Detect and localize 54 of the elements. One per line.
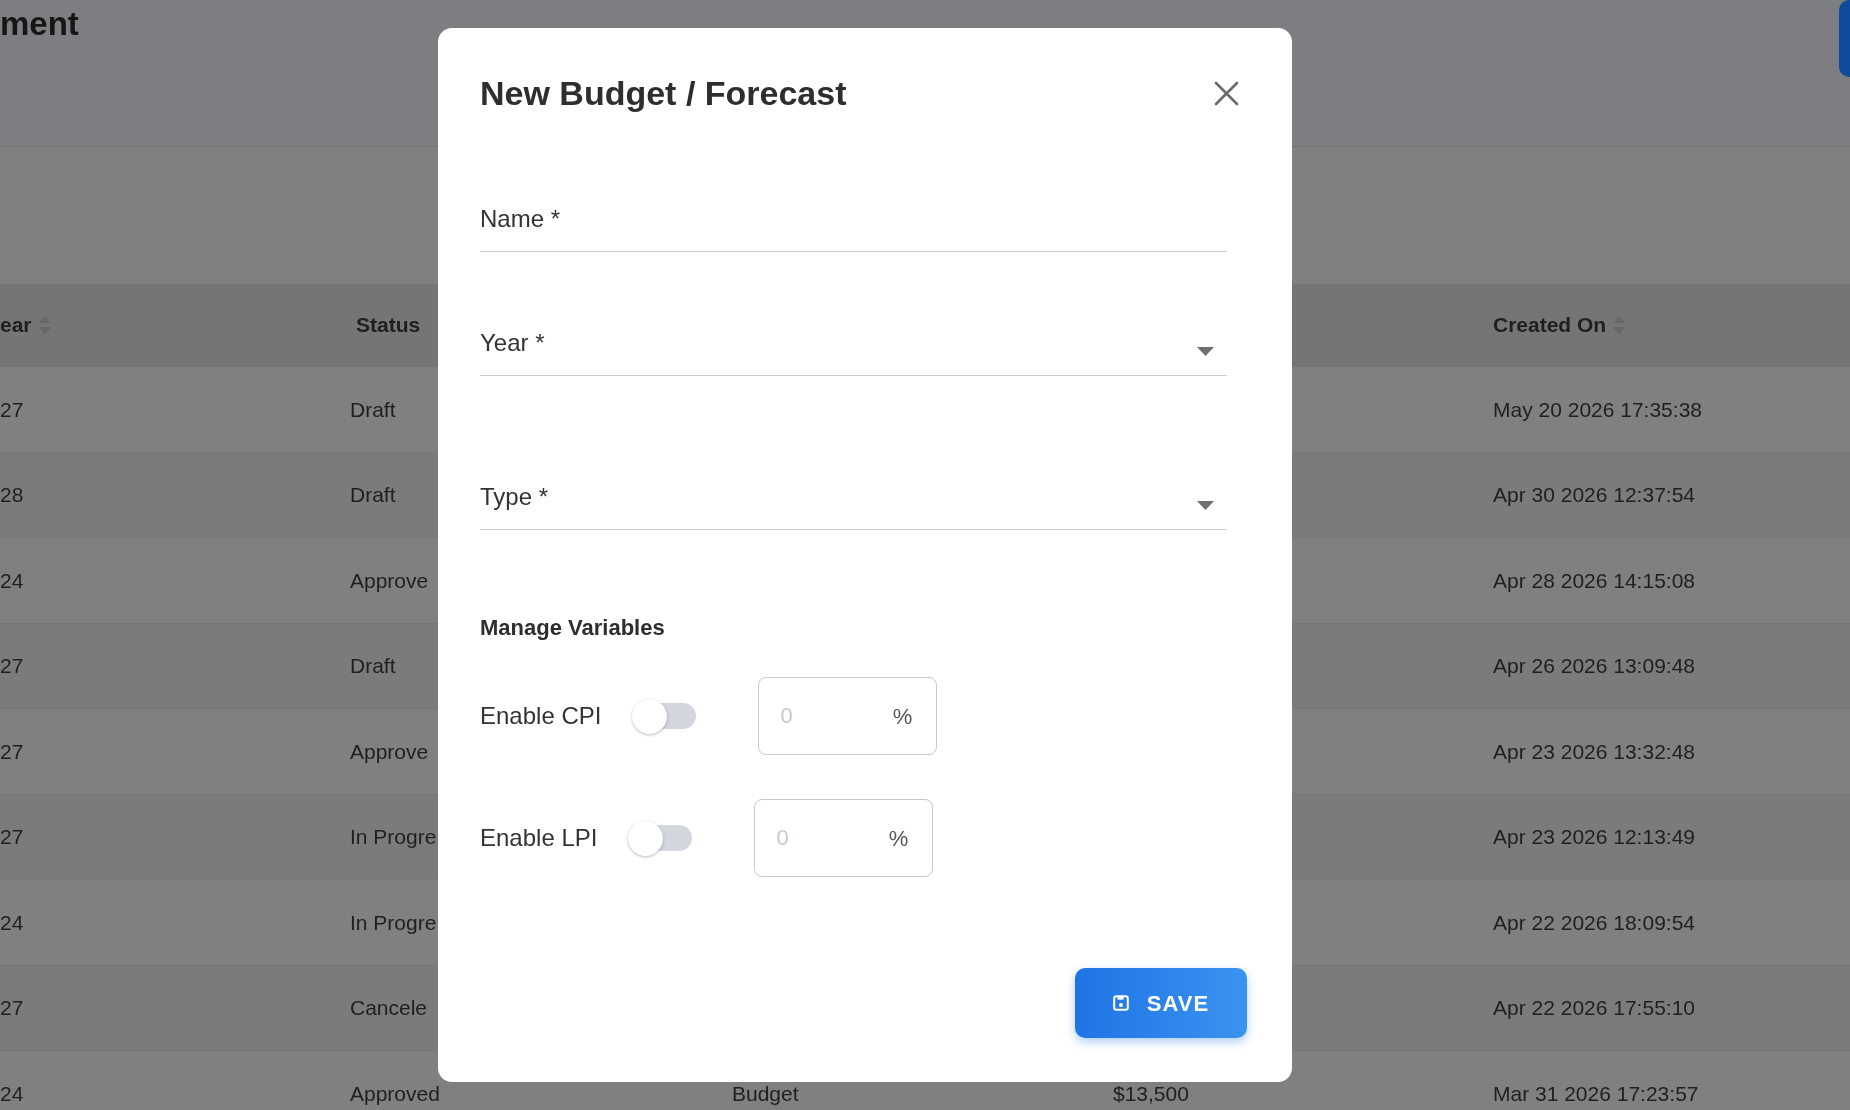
unit-label: %	[888, 824, 909, 853]
table-cell: 28	[0, 483, 24, 506]
percent-field[interactable]: 0 %	[754, 799, 934, 877]
table-cell: Apr 28 2026 14:15:08	[1493, 568, 1695, 592]
table-cell: 27	[0, 739, 24, 763]
toggle-switch[interactable]	[632, 698, 697, 734]
close-icon[interactable]	[1214, 80, 1239, 106]
table-cell: Apr 26 2026 13:09:48	[1493, 654, 1695, 677]
table-cell: In Progre	[350, 825, 437, 848]
table-cell: Apr 23 2026 12:13:49	[1493, 825, 1695, 848]
value-input[interactable]: 0	[780, 702, 893, 730]
save-button[interactable]: SAVE	[1075, 968, 1247, 1038]
table-cell: Approve	[350, 739, 429, 763]
table-cell: 27	[0, 825, 24, 848]
table-cell: Budget	[732, 1081, 799, 1105]
table-cell: Draft	[350, 397, 396, 421]
dialog-title: New Budget / Forecast	[480, 73, 847, 113]
dropdown-field[interactable]: Year *	[480, 323, 1227, 376]
text-field[interactable]: Name *	[480, 199, 1227, 252]
table-cell: Approve	[350, 568, 429, 592]
toggle-label: Enable LPI	[480, 823, 598, 853]
table-cell: 27	[0, 654, 24, 677]
table-cell: 27	[0, 996, 24, 1019]
caret-icon	[1197, 501, 1214, 510]
table-cell: 24	[0, 568, 24, 592]
toggle-switch[interactable]	[628, 820, 693, 856]
table-cell: 24	[0, 910, 24, 934]
table-cell: $13,500	[1113, 1081, 1189, 1105]
table-cell: 24	[0, 1081, 24, 1105]
table-cell: Mar 31 2026 17:23:57	[1493, 1081, 1699, 1105]
table-cell: 27	[0, 397, 24, 421]
table-cell: May 20 2026 17:35:38	[1493, 397, 1702, 421]
table-cell: Draft	[350, 483, 396, 506]
table-cell: Apr 23 2026 13:32:48	[1493, 739, 1695, 763]
table-cell: Approved	[350, 1081, 440, 1105]
toggle-label: Enable CPI	[480, 701, 602, 731]
column-header: ear	[0, 312, 32, 339]
table-cell: Apr 30 2026 12:37:54	[1493, 483, 1695, 506]
page-title: ment	[0, 4, 79, 44]
percent-field[interactable]: 0 %	[758, 677, 938, 755]
save-icon	[1112, 995, 1129, 1011]
section-title: Manage Variables	[480, 614, 666, 642]
dropdown-field[interactable]: Type *	[480, 477, 1227, 530]
table-cell: Apr 22 2026 17:55:10	[1493, 996, 1695, 1019]
table-cell: Apr 22 2026 18:09:54	[1493, 910, 1695, 934]
column-header: Status	[356, 312, 421, 339]
table-cell: Cancele	[350, 996, 428, 1019]
value-input[interactable]: 0	[776, 824, 889, 852]
table-cell: Draft	[350, 654, 396, 677]
unit-label: %	[892, 702, 913, 731]
caret-icon	[1197, 347, 1214, 356]
action-button[interactable]	[1839, 0, 1850, 77]
table-cell: In Progre	[350, 910, 437, 934]
column-header: Created On	[1493, 312, 1607, 339]
